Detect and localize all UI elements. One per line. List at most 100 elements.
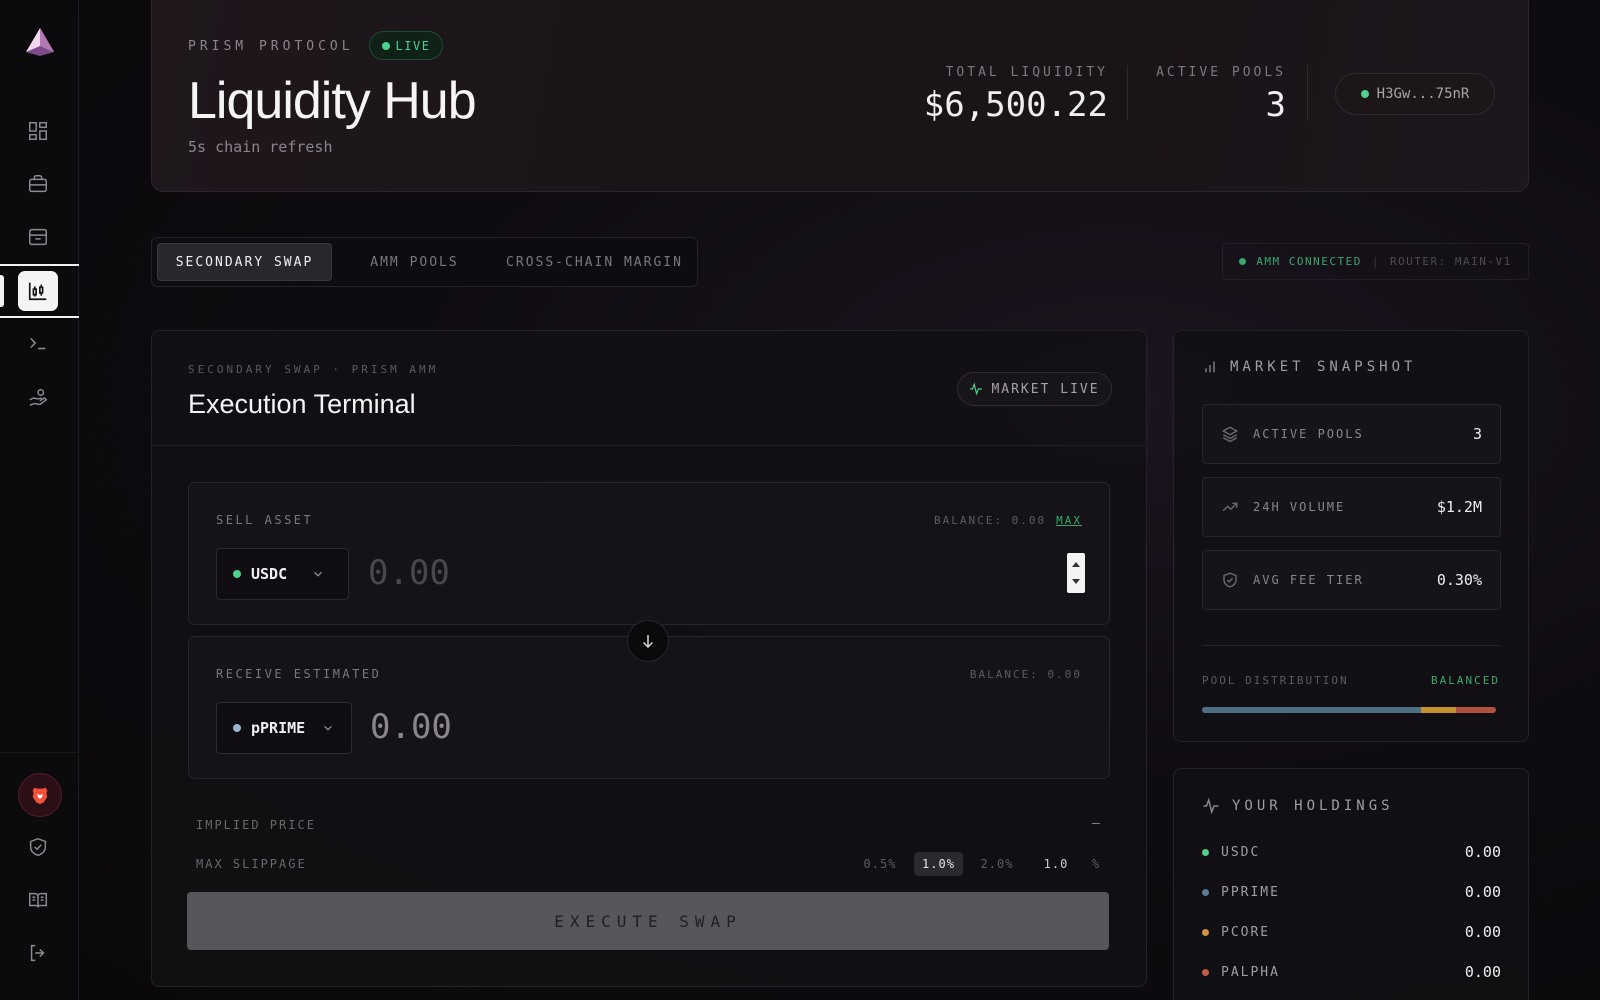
execute-swap-button[interactable]: EXECUTE SWAP	[187, 892, 1109, 950]
connection-label: AMM CONNECTED	[1256, 255, 1362, 268]
sidebar	[0, 0, 79, 1000]
receive-asset-label: RECEIVE ESTIMATED	[216, 667, 382, 681]
panel-divider	[152, 445, 1148, 446]
holdings-header: YOUR HOLDINGS	[1202, 797, 1394, 815]
slippage-option-1-0[interactable]: 1.0%	[914, 852, 963, 876]
market-live-badge: MARKET LIVE	[957, 372, 1112, 406]
shield-check-icon[interactable]	[22, 831, 54, 863]
pcore-dot-icon	[1202, 928, 1209, 936]
sell-amount-input[interactable]: 0.00	[368, 553, 450, 593]
sell-asset-box: SELL ASSET BALANCE: 0.00 MAX USDC 0.00	[188, 482, 1110, 625]
sell-token-label: USDC	[251, 565, 288, 583]
market-snapshot-header: MARKET SNAPSHOT	[1202, 359, 1416, 375]
sell-token-select[interactable]: USDC	[216, 548, 349, 600]
stat-divider	[1127, 65, 1128, 121]
receive-amount: 0.00	[370, 707, 452, 747]
connection-dot-icon	[1239, 258, 1247, 265]
pool-distribution-segment	[1456, 707, 1496, 713]
holding-token: PPRIME	[1221, 884, 1280, 900]
chart-candles-icon[interactable]	[18, 271, 58, 311]
sell-balance: BALANCE: 0.00 MAX	[934, 514, 1082, 527]
holdings-panel: YOUR HOLDINGS USDC 0.00 PPRIME 0.00 PCOR…	[1173, 768, 1529, 1000]
tab-cross-chain-margin[interactable]: CROSS-CHAIN MARGIN	[497, 243, 692, 281]
page-title: Liquidity Hub	[188, 72, 477, 130]
nav-active-bar	[0, 275, 4, 307]
holding-row: PPRIME 0.00	[1202, 883, 1501, 901]
palpha-dot-icon	[1202, 968, 1209, 976]
holding-token: PCORE	[1221, 924, 1271, 940]
brave-lion-icon[interactable]	[18, 773, 62, 817]
terminal-icon[interactable]	[22, 327, 54, 359]
total-liquidity-label: TOTAL LIQUIDITY	[945, 65, 1108, 80]
briefcase-icon[interactable]	[22, 168, 54, 200]
holding-row: PALPHA 0.00	[1202, 963, 1501, 981]
swap-direction-button[interactable]	[627, 620, 669, 662]
total-liquidity-value: $6,500.22	[923, 85, 1108, 125]
pool-distribution-segment	[1421, 707, 1457, 713]
pprime-dot-icon	[233, 724, 241, 732]
header-card: PRISM PROTOCOL LIVE Liquidity Hub 5s cha…	[151, 0, 1529, 192]
usdc-dot-icon	[1202, 848, 1209, 856]
holding-row: USDC 0.00	[1202, 843, 1501, 861]
snapshot-value: 0.30%	[1436, 571, 1482, 589]
slippage-custom-input[interactable]: 1.0	[1036, 852, 1076, 876]
page-subtitle: 5s chain refresh	[188, 138, 333, 156]
chevron-down-icon	[314, 571, 323, 577]
pprime-dot-icon	[1202, 888, 1209, 896]
arrow-down-icon	[642, 635, 654, 649]
max-button[interactable]: MAX	[1056, 514, 1082, 527]
active-pools-value: 3	[1265, 85, 1286, 125]
slippage-unit: %	[1091, 857, 1101, 871]
chevron-down-icon	[324, 725, 333, 731]
market-snapshot-title: MARKET SNAPSHOT	[1230, 359, 1417, 375]
shield-check-icon	[1223, 572, 1237, 588]
active-pools-label: ACTIVE POOLS	[1156, 65, 1286, 80]
trending-up-icon	[1222, 502, 1238, 512]
sidebar-divider	[0, 752, 79, 753]
holding-value: 0.00	[1464, 923, 1501, 941]
stat-divider	[1307, 65, 1308, 121]
holdings-title: YOUR HOLDINGS	[1232, 798, 1394, 814]
archive-icon[interactable]	[22, 221, 54, 253]
receive-balance: BALANCE: 0.00	[969, 668, 1082, 681]
snapshot-value: 3	[1472, 425, 1482, 443]
holding-value: 0.00	[1464, 963, 1501, 981]
snapshot-label: 24H VOLUME	[1253, 500, 1346, 514]
wallet-address: H3Gw...75nR	[1376, 86, 1470, 102]
connection-status: AMM CONNECTED | ROUTER: MAIN-V1	[1222, 243, 1529, 280]
book-icon[interactable]	[22, 884, 54, 916]
market-snapshot-panel: MARKET SNAPSHOT ACTIVE POOLS 3 24H VOLUM…	[1173, 330, 1529, 742]
slippage-option-0-5[interactable]: 0.5%	[856, 852, 904, 876]
holding-token: USDC	[1221, 844, 1261, 860]
implied-price-value: —	[1092, 816, 1100, 831]
logout-icon[interactable]	[22, 937, 54, 969]
snapshot-divider	[1202, 645, 1501, 646]
slippage-option-2-0[interactable]: 2.0%	[973, 852, 1021, 876]
snapshot-label: AVG FEE TIER	[1253, 573, 1364, 587]
live-badge: LIVE	[369, 31, 443, 60]
prism-logo-icon[interactable]	[24, 26, 56, 58]
tab-secondary-swap[interactable]: SECONDARY SWAP	[157, 243, 332, 281]
dashboard-icon[interactable]	[22, 115, 54, 147]
breadcrumb: SECONDARY SWAP · PRISM AMM	[188, 363, 439, 376]
pool-distribution-segment	[1202, 707, 1422, 713]
swap-tabs: SECONDARY SWAP AMM POOLS CROSS-CHAIN MAR…	[151, 237, 698, 287]
snapshot-row-active-pools: ACTIVE POOLS 3	[1202, 404, 1501, 464]
usdc-dot-icon	[233, 570, 241, 578]
stepper-arrows-icon	[1072, 562, 1080, 584]
pool-distribution-label: POOL DISTRIBUTION	[1202, 674, 1349, 687]
brand-label: PRISM PROTOCOL	[188, 39, 354, 54]
sell-asset-label: SELL ASSET	[216, 513, 314, 527]
hand-coins-icon[interactable]	[22, 382, 54, 414]
layers-icon	[1221, 426, 1239, 443]
receive-token-select[interactable]: pPRIME	[216, 702, 352, 754]
implied-price-label: IMPLIED PRICE	[196, 818, 316, 832]
wallet-status-dot-icon	[1360, 90, 1369, 98]
snapshot-label: ACTIVE POOLS	[1253, 427, 1364, 441]
live-label: LIVE	[395, 38, 431, 53]
amount-stepper[interactable]	[1067, 553, 1085, 593]
snapshot-value: $1.2M	[1436, 498, 1482, 516]
tab-amm-pools[interactable]: AMM POOLS	[342, 243, 487, 281]
wallet-button[interactable]: H3Gw...75nR	[1335, 73, 1495, 115]
router-label: ROUTER: MAIN-V1	[1389, 255, 1512, 268]
